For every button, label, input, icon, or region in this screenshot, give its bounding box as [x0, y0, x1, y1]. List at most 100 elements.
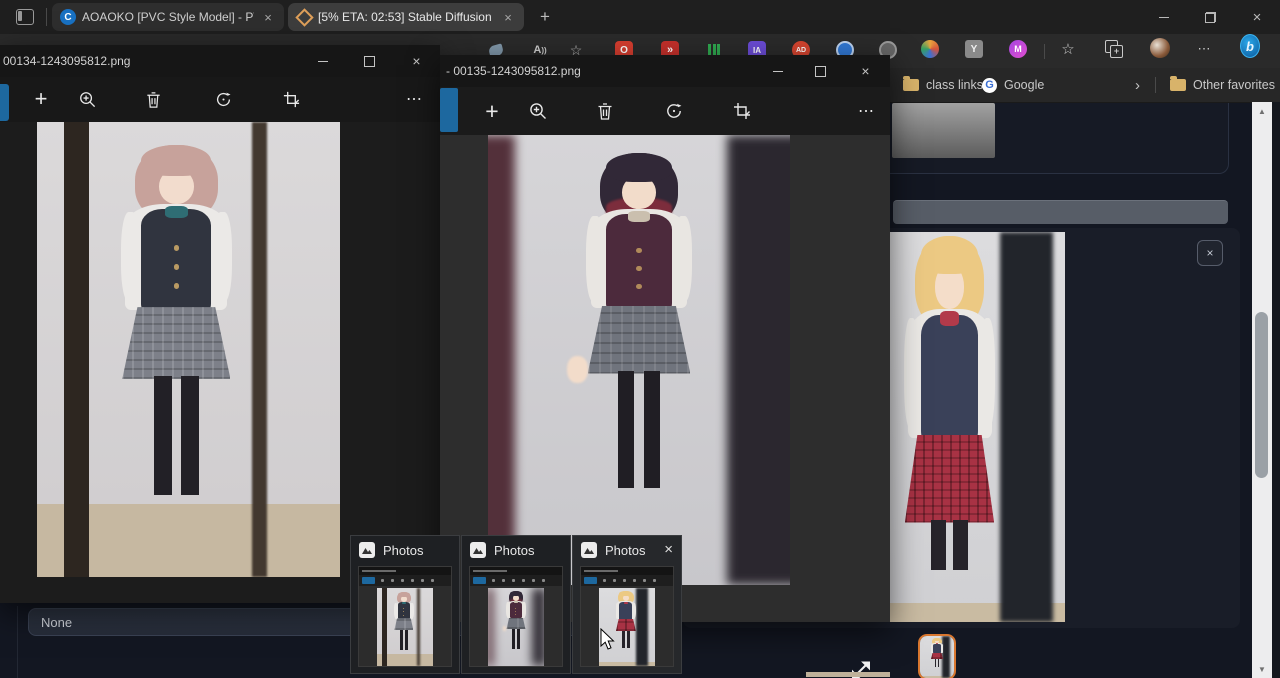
favorite-label: class links	[926, 78, 983, 92]
desktop-screen: × None C AOAOKO [PVC Style Model] - PV ×…	[0, 0, 1280, 678]
close-icon: ×	[1253, 9, 1262, 26]
browser-tab-1[interactable]: C AOAOKO [PVC Style Model] - PV ×	[52, 3, 284, 31]
maximize-icon	[364, 56, 375, 67]
scrollbar-down-arrow[interactable]: ▼	[1252, 662, 1272, 676]
window-minimize-button[interactable]	[1141, 0, 1187, 34]
page-scrollbar[interactable]: ▲ ▼	[1252, 102, 1272, 678]
photos-toolbar: + ⋯	[440, 87, 890, 135]
monica-extension-icon[interactable]: M	[1008, 39, 1028, 59]
tab-actions-button[interactable]	[14, 7, 36, 27]
window-maximize-button[interactable]	[347, 45, 392, 77]
floor-sliver	[806, 672, 890, 677]
rotate-icon	[664, 101, 684, 121]
zoom-in-button[interactable]	[65, 77, 109, 121]
favorite-google[interactable]: G Google	[982, 68, 1044, 102]
sd-progress-box[interactable]	[892, 103, 995, 158]
mini-see-all-photos	[473, 577, 486, 584]
photos-window-1: 00134-1243095812.png × + ⋯	[0, 45, 440, 603]
new-tab-button[interactable]: +	[533, 5, 557, 29]
rotate-button[interactable]	[652, 89, 696, 133]
crop-button[interactable]	[720, 89, 764, 133]
taskbar-preview-1[interactable]: Photos	[350, 535, 460, 674]
add-to-button[interactable]: +	[470, 89, 514, 133]
window-minimize-button[interactable]	[755, 55, 800, 87]
magnifier-plus-icon	[528, 101, 548, 121]
sd-gallery-thumbnail[interactable]	[918, 634, 956, 678]
profile-avatar[interactable]	[1150, 38, 1170, 58]
preview-image	[488, 588, 544, 666]
rotate-button[interactable]	[201, 77, 245, 121]
add-to-button[interactable]: +	[19, 77, 63, 121]
other-favorites[interactable]: Other favorites	[1170, 68, 1275, 102]
close-icon: ×	[861, 63, 869, 79]
preview-mini-window	[358, 566, 452, 667]
window-title-bar[interactable]: 00134-1243095812.png ×	[0, 45, 440, 77]
zoom-in-button[interactable]	[516, 89, 560, 133]
tab-title: [5% ETA: 02:53] Stable Diffusion	[318, 10, 494, 24]
see-more-button[interactable]: ⋯	[392, 77, 436, 121]
window-close-button[interactable]: ×	[1234, 0, 1280, 34]
crop-icon	[732, 101, 752, 121]
trash-icon	[144, 90, 163, 109]
see-all-photos-button[interactable]	[0, 84, 9, 121]
mouse-cursor	[600, 628, 618, 652]
photo-canvas	[0, 122, 440, 603]
restore-icon	[1205, 12, 1216, 23]
thumbnail-image	[920, 636, 954, 678]
civitai-favicon: C	[60, 9, 76, 25]
preview-app-label: Photos	[494, 543, 534, 558]
sd-generated-image	[890, 232, 1065, 622]
crop-icon	[282, 90, 301, 109]
see-all-photos-button[interactable]	[440, 88, 458, 132]
bing-chat-icon[interactable]: b	[1240, 36, 1260, 56]
photos-app-icon	[359, 542, 375, 558]
crop-button[interactable]	[269, 77, 313, 121]
delete-button[interactable]	[583, 89, 627, 133]
preview-app-label: Photos	[605, 543, 645, 558]
taskbar-preview-2[interactable]: Photos	[461, 535, 571, 674]
window-minimize-button[interactable]	[300, 45, 345, 77]
globe-extension-icon[interactable]	[920, 39, 940, 59]
folder-icon	[903, 79, 919, 91]
window-right-edge	[1272, 102, 1280, 678]
window-title: 00134-1243095812.png	[3, 54, 130, 68]
sd-progress-bar	[893, 200, 1228, 224]
folder-icon	[1170, 79, 1186, 91]
tab-close-icon[interactable]: ×	[500, 10, 516, 25]
close-icon: ×	[664, 541, 673, 558]
favorites-star-icon[interactable]: ☆	[1058, 39, 1078, 59]
tabbar-divider	[46, 8, 47, 26]
trash-icon	[595, 101, 615, 121]
favorites-overflow-chevron[interactable]: ›	[1135, 68, 1140, 102]
delete-button[interactable]	[131, 77, 175, 121]
photos-app-icon	[470, 542, 486, 558]
scrollbar-up-arrow[interactable]: ▲	[1252, 104, 1272, 118]
favorite-label: Other favorites	[1193, 78, 1275, 92]
tab-title: AOAOKO [PVC Style Model] - PV	[82, 10, 254, 24]
tab-close-icon[interactable]: ×	[260, 10, 276, 25]
preview-mini-window	[580, 566, 674, 667]
photos-toolbar: + ⋯	[0, 77, 440, 122]
window-title-bar[interactable]: - 00135-1243095812.png ×	[440, 55, 890, 87]
window-close-button[interactable]: ×	[394, 45, 439, 77]
photo-image-00135	[488, 135, 790, 585]
window-restore-button[interactable]	[1187, 0, 1233, 34]
taskbar-preview-3[interactable]: Photos ×	[572, 535, 682, 674]
google-favicon: G	[982, 78, 997, 93]
settings-more-icon[interactable]: ⋯	[1194, 39, 1214, 59]
preview-close-button[interactable]: ×	[664, 541, 673, 558]
window-close-button[interactable]: ×	[843, 55, 888, 87]
window-maximize-button[interactable]	[798, 55, 843, 87]
minimize-icon	[318, 61, 328, 62]
browser-tab-bar: C AOAOKO [PVC Style Model] - PV × [5% ET…	[0, 0, 1280, 34]
browser-tab-2[interactable]: [5% ETA: 02:53] Stable Diffusion ×	[288, 3, 524, 31]
y-extension-icon[interactable]: Y	[964, 39, 984, 59]
scrollbar-thumb[interactable]	[1255, 312, 1268, 478]
collections-icon[interactable]: +	[1104, 39, 1124, 59]
minimize-icon	[1159, 17, 1169, 18]
favorite-label: Google	[1004, 78, 1044, 92]
gallery-close-button[interactable]: ×	[1197, 240, 1223, 266]
favorite-class-links[interactable]: class links	[903, 68, 983, 102]
see-more-button[interactable]: ⋯	[844, 89, 888, 133]
favbar-divider	[1155, 77, 1156, 93]
